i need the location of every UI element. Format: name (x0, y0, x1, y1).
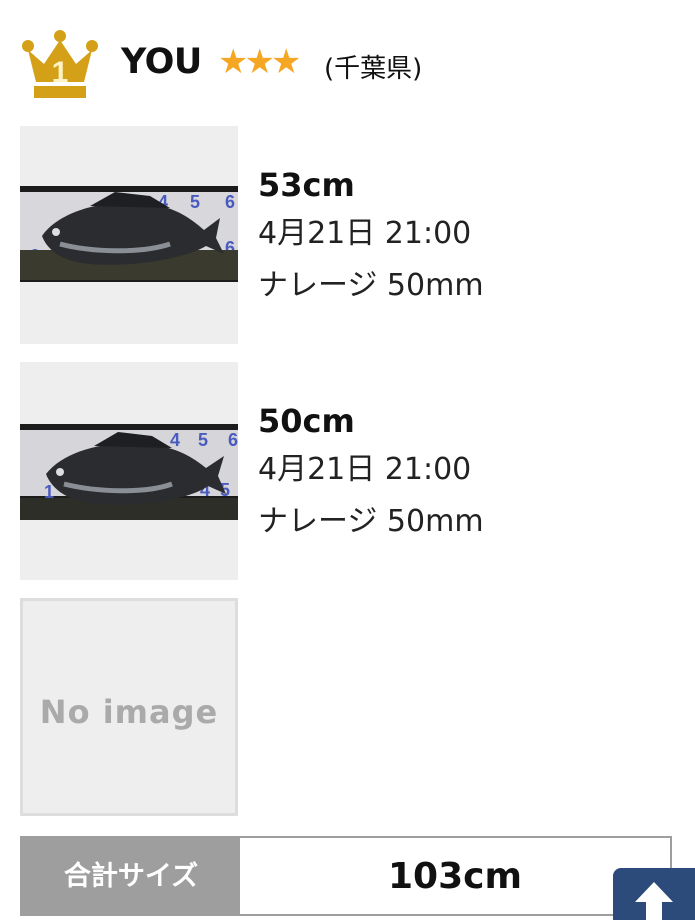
catch-entry: 456 06 53cm 4月21日 21:00 ナレージ 50mm (20, 126, 680, 344)
total-size-value: 103cm (388, 856, 522, 897)
ranking-header: 1 YOU ★★★ (千葉県) (20, 22, 680, 104)
catch-photo[interactable]: 456 06 (20, 126, 238, 344)
page-top-button[interactable] (613, 868, 695, 920)
catch-datetime: 4月21日 21:00 (258, 216, 472, 251)
fish-photo-image: 456 145 (20, 424, 238, 520)
arrow-up-icon (635, 882, 673, 920)
total-size-bar: 合計サイズ 103cm (20, 836, 672, 916)
svg-text:4: 4 (170, 430, 180, 450)
catch-size: 53cm (258, 166, 355, 204)
prefecture-label: (千葉県) (324, 54, 423, 84)
svg-text:5: 5 (198, 430, 208, 450)
catch-datetime: 4月21日 21:00 (258, 452, 472, 487)
catch-lure: ナレージ 50mm (258, 268, 484, 303)
catch-lure: ナレージ 50mm (258, 504, 484, 539)
fish-photo-image: 456 06 (20, 186, 238, 282)
star-rating: ★★★ (218, 42, 301, 82)
rank-number: 1 (52, 56, 69, 89)
svg-text:6: 6 (228, 430, 238, 450)
catch-entry: 456 145 50cm 4月21日 21:00 ナレージ 50mm (20, 362, 680, 580)
catch-size: 50cm (258, 402, 355, 440)
crown-icon: 1 (22, 30, 98, 98)
no-image-placeholder: No image (20, 598, 238, 816)
svg-text:5: 5 (190, 192, 200, 212)
user-name: YOU (121, 42, 202, 82)
total-size-label: 合計サイズ (22, 838, 240, 916)
no-image-text: No image (39, 693, 219, 731)
catch-photo[interactable]: 456 145 (20, 362, 238, 580)
svg-text:6: 6 (225, 192, 235, 212)
